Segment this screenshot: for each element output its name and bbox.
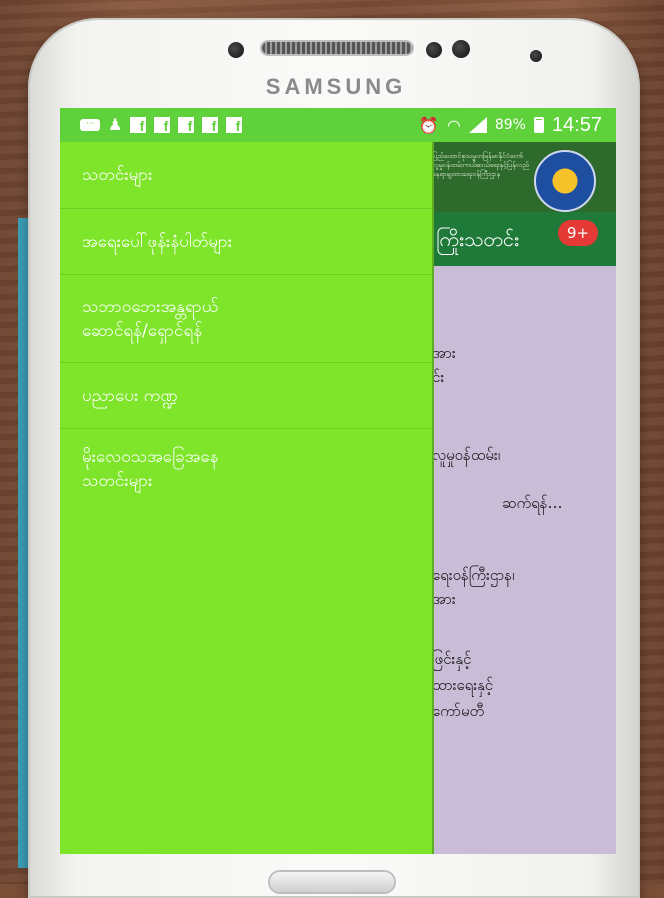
navigation-drawer: သတင်းများ အရေးပေါ်ဖုန်းနံပါတ်များ သဘာဝဘေ… xyxy=(60,142,434,854)
menu-item-news[interactable]: သတင်းများ xyxy=(60,142,432,209)
status-bar: ··· ♟ f f f f f ⏰ ◠ 89% 14:57 xyxy=(60,108,616,142)
news-text: လူမှုဝန်ထမ်း၊ xyxy=(432,446,501,464)
menu-item-label: သတင်းများ xyxy=(82,165,153,185)
phone-screen: ··· ♟ f f f f f ⏰ ◠ 89% 14:57 ပြည်ထောင်စ… xyxy=(60,108,616,854)
facebook-icon: f xyxy=(202,117,219,133)
alarm-icon: ⏰ xyxy=(418,115,439,135)
sensor-icon xyxy=(426,42,442,58)
facebook-icon: f xyxy=(154,117,171,133)
battery-icon xyxy=(533,117,544,133)
menu-item-label: ပညာပေး ကဏ္ဍ xyxy=(82,385,178,406)
wifi-icon: ◠ xyxy=(446,115,461,135)
news-text: ဖြင်းနှင့် xyxy=(432,650,472,668)
device-brand: SAMSUNG xyxy=(265,74,407,99)
menu-item-disaster-dos-donts[interactable]: သဘာဝဘေးအန္တရာယ် ဆောင်ရန်/ရှောင်ရန် xyxy=(60,275,432,363)
signal-icon xyxy=(468,117,487,133)
home-button[interactable] xyxy=(270,872,394,892)
earpiece-speaker xyxy=(262,42,412,54)
menu-item-emergency-numbers[interactable]: အရေးပေါ်ဖုန်းနံပါတ်များ xyxy=(60,209,432,275)
news-text: အား xyxy=(432,344,456,362)
facebook-icon: f xyxy=(226,117,243,133)
news-text: ကော်မတီ xyxy=(432,702,485,720)
ministry-name: ပြည်ထောင်စုသမ္မတမြန်မာနိုင်ငံတော် လူမှုဝ… xyxy=(432,152,530,178)
battery-percent: 89% xyxy=(494,117,526,133)
tab-label: ကြိုးသတင်း xyxy=(436,227,519,251)
clock: 14:57 xyxy=(551,113,602,136)
read-more-link[interactable]: ဆက်ရန်… xyxy=(502,494,563,516)
led-icon xyxy=(530,50,542,62)
person-icon: ♟ xyxy=(108,115,123,134)
facebook-icon: f xyxy=(178,117,195,133)
news-text: ရေးဝန်ကြီးဌာန၊ xyxy=(432,566,515,584)
menu-item-weather-news[interactable]: မိုးလေဝသအခြေအနေ သတင်းများ xyxy=(60,429,432,509)
menu-item-label: အရေးပေါ်ဖုန်းနံပါတ်များ xyxy=(82,231,233,252)
ministry-logo-icon[interactable] xyxy=(534,150,596,212)
menu-item-education[interactable]: ပညာပေး ကဏ္ဍ xyxy=(60,363,432,429)
message-icon: ··· xyxy=(80,119,100,131)
notification-badge: 9+ xyxy=(558,220,598,246)
menu-item-label: မိုးလေဝသအခြေအနေ သတင်းများ xyxy=(82,447,219,491)
front-camera-icon xyxy=(228,42,244,58)
news-text: ထားရေးနှင့် xyxy=(432,676,494,694)
menu-item-label: သဘာဝဘေးအန္တရာယ် ဆောင်ရန်/ရှောင်ရန် xyxy=(82,296,219,341)
sensor-icon xyxy=(452,40,470,58)
news-text: အား xyxy=(432,590,456,608)
facebook-icon: f xyxy=(130,117,147,133)
news-list: အား င်း လူမှုဝန်ထမ်း၊ ဆက်ရန်… ရေးဝန်ကြီး… xyxy=(432,266,616,854)
